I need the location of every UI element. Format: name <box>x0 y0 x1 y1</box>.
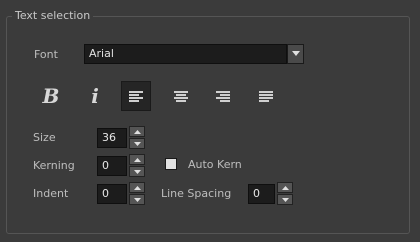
align-right-button[interactable] <box>208 81 238 111</box>
bold-button[interactable]: B <box>36 81 66 111</box>
size-label: Size <box>33 131 56 144</box>
line-spacing-label: Line Spacing <box>161 187 232 200</box>
group-title: Text selection <box>12 9 94 23</box>
chevron-up-icon <box>281 185 289 190</box>
chevron-up-icon <box>133 129 141 134</box>
align-center-icon <box>174 90 188 102</box>
font-select[interactable]: Arial <box>84 44 287 64</box>
kerning-input[interactable]: 0 <box>97 156 127 176</box>
size-input[interactable]: 36 <box>97 128 127 148</box>
chevron-down-icon <box>133 197 141 202</box>
italic-button[interactable]: i <box>80 81 110 111</box>
font-dropdown-button[interactable] <box>287 44 304 64</box>
chevron-up-icon <box>133 185 141 190</box>
auto-kern-label: Auto Kern <box>188 158 242 171</box>
align-left-icon <box>129 90 143 102</box>
align-left-button[interactable] <box>121 81 151 111</box>
chevron-down-icon <box>281 197 289 202</box>
indent-label: Indent <box>33 187 69 200</box>
auto-kern-checkbox[interactable] <box>165 158 177 170</box>
align-center-button[interactable] <box>166 81 196 111</box>
size-spinner[interactable] <box>129 126 145 150</box>
chevron-down-icon <box>291 51 300 56</box>
size-decrement-button[interactable] <box>129 138 145 149</box>
kerning-spinner[interactable] <box>129 154 145 178</box>
indent-input[interactable]: 0 <box>97 184 127 204</box>
chevron-down-icon <box>133 169 141 174</box>
justify-button[interactable] <box>251 81 281 111</box>
italic-icon: i <box>91 84 99 108</box>
font-label: Font <box>34 48 58 61</box>
indent-spinner[interactable] <box>129 182 145 206</box>
chevron-down-icon <box>133 141 141 146</box>
align-right-icon <box>216 90 230 102</box>
line-spacing-increment-button[interactable] <box>277 182 293 193</box>
kerning-label: Kerning <box>33 159 75 172</box>
line-spacing-decrement-button[interactable] <box>277 194 293 205</box>
chevron-up-icon <box>133 157 141 162</box>
kerning-decrement-button[interactable] <box>129 166 145 177</box>
indent-increment-button[interactable] <box>129 182 145 193</box>
bold-icon: B <box>42 84 60 108</box>
align-justify-icon <box>259 90 273 102</box>
kerning-increment-button[interactable] <box>129 154 145 165</box>
line-spacing-input[interactable]: 0 <box>248 184 275 204</box>
line-spacing-spinner[interactable] <box>277 182 293 206</box>
indent-decrement-button[interactable] <box>129 194 145 205</box>
size-increment-button[interactable] <box>129 126 145 137</box>
